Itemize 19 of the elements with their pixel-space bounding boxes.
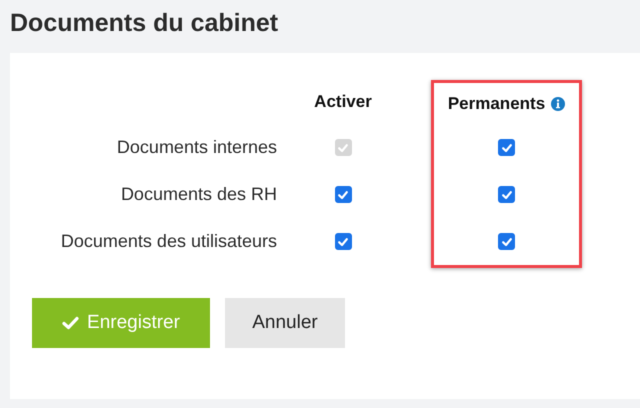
column-header: Activer	[314, 92, 372, 112]
check-icon	[500, 142, 512, 154]
checkbox[interactable]	[498, 186, 515, 203]
check-icon	[337, 236, 349, 248]
check-icon	[337, 188, 349, 200]
checkbox[interactable]	[334, 233, 352, 250]
checkbox[interactable]	[498, 233, 515, 250]
cancel-button[interactable]: Annuler	[225, 298, 345, 348]
row-label: Documents des RH	[120, 184, 277, 205]
check-icon	[500, 236, 512, 248]
check-icon	[500, 188, 512, 200]
page-title: Documents du cabinet	[10, 8, 280, 39]
info-icon[interactable]	[551, 96, 566, 110]
row-label: Documents internes	[116, 137, 277, 158]
column-header: Permanents	[448, 94, 546, 114]
check-icon	[62, 316, 80, 330]
checkbox[interactable]	[498, 139, 515, 156]
checkbox[interactable]	[334, 186, 352, 203]
row-label: Documents des utilisateurs	[60, 231, 277, 252]
